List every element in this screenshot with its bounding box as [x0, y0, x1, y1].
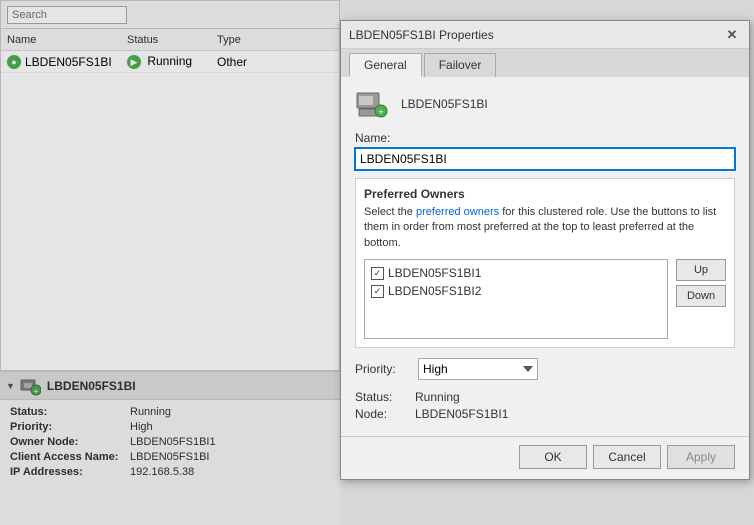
priority-field-label: Priority:: [355, 362, 410, 376]
dialog-title-bar: LBDEN05FS1BI Properties ✕: [341, 21, 749, 49]
preferred-owners-title: Preferred Owners: [364, 187, 726, 201]
up-button[interactable]: Up: [676, 259, 726, 281]
dialog-status-label: Status:: [355, 390, 415, 404]
resource-header: + LBDEN05FS1BI: [355, 89, 735, 119]
owner-name-1: LBDEN05FS1BI1: [388, 266, 481, 280]
properties-dialog: LBDEN05FS1BI Properties ✕ General Failov…: [340, 20, 750, 480]
dialog-node-label: Node:: [355, 407, 415, 421]
status-section: Status: Running Node: LBDEN05FS1BI1: [355, 390, 735, 421]
priority-row: Priority: High Medium Low No Auto Restar…: [355, 358, 735, 380]
resource-name-display: LBDEN05FS1BI: [401, 97, 488, 111]
close-button[interactable]: ✕: [723, 26, 741, 44]
node-info-row: Node: LBDEN05FS1BI1: [355, 407, 735, 421]
ok-button[interactable]: OK: [519, 445, 587, 469]
preferred-owners-desc: Select the preferred owners for this clu…: [364, 205, 726, 251]
owner-item-1[interactable]: ✓ LBDEN05FS1BI1: [369, 264, 663, 282]
tab-failover[interactable]: Failover: [424, 53, 497, 77]
preferred-owners-desc-before: Select the: [364, 206, 416, 218]
owners-buttons: Up Down: [676, 259, 726, 339]
apply-button[interactable]: Apply: [667, 445, 735, 469]
resource-icon: +: [355, 89, 391, 119]
tab-general[interactable]: General: [349, 53, 422, 77]
svg-text:+: +: [378, 107, 383, 117]
owners-list: ✓ LBDEN05FS1BI1 ✓ LBDEN05FS1BI2: [364, 259, 668, 339]
preferred-owners-section: Preferred Owners Select the preferred ow…: [355, 178, 735, 348]
status-info-row: Status: Running: [355, 390, 735, 404]
dialog-footer: OK Cancel Apply: [341, 436, 749, 479]
name-input[interactable]: [355, 148, 735, 170]
cancel-button[interactable]: Cancel: [593, 445, 661, 469]
dialog-node-value: LBDEN05FS1BI1: [415, 407, 508, 421]
dialog-title: LBDEN05FS1BI Properties: [349, 28, 494, 42]
checkbox-2-icon[interactable]: ✓: [371, 285, 384, 298]
owner-item-2[interactable]: ✓ LBDEN05FS1BI2: [369, 282, 663, 300]
dialog-body: + LBDEN05FS1BI Name: Preferred Owners Se…: [341, 77, 749, 436]
name-field-label: Name:: [355, 131, 735, 145]
priority-select[interactable]: High Medium Low No Auto Restart: [418, 358, 538, 380]
dialog-status-value: Running: [415, 390, 460, 404]
down-button[interactable]: Down: [676, 285, 726, 307]
checkbox-1-icon[interactable]: ✓: [371, 267, 384, 280]
preferred-owners-link[interactable]: preferred owners: [416, 206, 499, 218]
owner-name-2: LBDEN05FS1BI2: [388, 284, 481, 298]
tabs-bar: General Failover: [341, 49, 749, 77]
owners-container: ✓ LBDEN05FS1BI1 ✓ LBDEN05FS1BI2 Up Down: [364, 259, 726, 339]
